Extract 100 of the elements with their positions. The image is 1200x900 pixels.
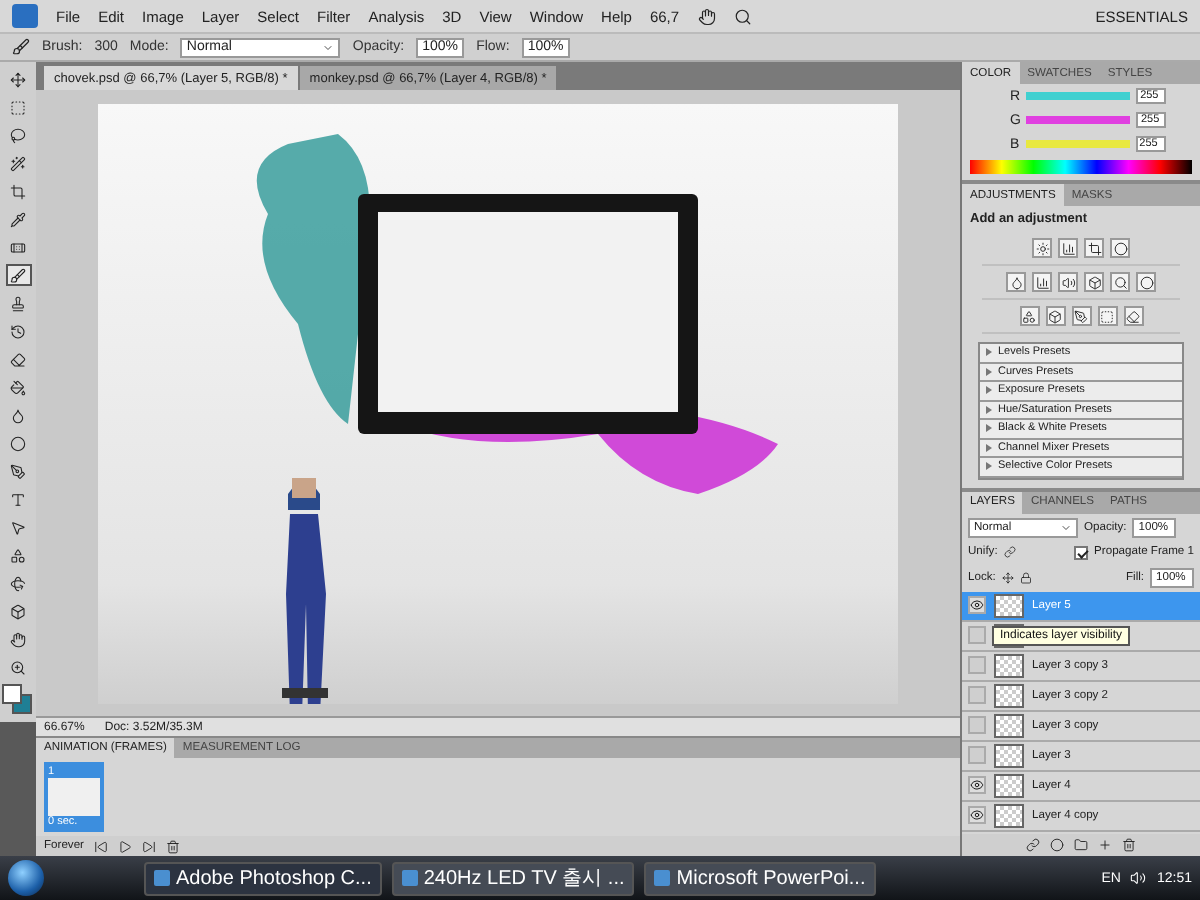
eye-icon bbox=[970, 598, 984, 612]
tool-button[interactable] bbox=[5, 432, 31, 454]
layer-thumbnail bbox=[994, 743, 1024, 767]
tool-button[interactable] bbox=[5, 208, 31, 230]
sun-icon bbox=[1035, 241, 1049, 255]
visibility-toggle[interactable] bbox=[968, 656, 986, 674]
adjustment-button[interactable] bbox=[1058, 272, 1078, 292]
adjustment-button[interactable] bbox=[1110, 272, 1130, 292]
visibility-toggle[interactable] bbox=[968, 686, 986, 704]
layer-thumbnail bbox=[994, 773, 1024, 797]
color-slider[interactable] bbox=[1026, 116, 1131, 124]
lock-icon bbox=[1019, 571, 1032, 583]
skip-forward-icon bbox=[141, 839, 156, 854]
layer-thumbnail bbox=[994, 683, 1024, 707]
history-icon bbox=[10, 323, 26, 339]
trash-icon bbox=[1122, 838, 1136, 852]
adjustment-button[interactable] bbox=[1019, 306, 1039, 326]
layer-thumbnail bbox=[994, 713, 1024, 737]
tool-button[interactable] bbox=[5, 348, 31, 370]
hand-icon bbox=[10, 631, 26, 647]
bar-chart-icon bbox=[1061, 241, 1075, 255]
color-slider[interactable] bbox=[1026, 92, 1131, 100]
pointer-icon bbox=[10, 519, 26, 535]
speaker-icon bbox=[1130, 870, 1147, 886]
adjustment-button[interactable] bbox=[1084, 272, 1104, 292]
plus-icon bbox=[1098, 838, 1112, 852]
circle-icon bbox=[10, 435, 26, 451]
circle-icon bbox=[1113, 241, 1127, 255]
brush-icon bbox=[10, 267, 26, 283]
eye-icon bbox=[970, 778, 984, 792]
visibility-toggle[interactable] bbox=[968, 716, 986, 734]
link-icon bbox=[1003, 546, 1016, 558]
magnifier-icon bbox=[1113, 275, 1127, 289]
speaker-icon bbox=[1061, 275, 1075, 289]
checkbox[interactable] bbox=[1074, 545, 1089, 559]
adjustment-button[interactable] bbox=[1071, 306, 1091, 326]
tool-button[interactable] bbox=[5, 376, 31, 398]
pen-icon bbox=[10, 463, 26, 479]
shapes-icon bbox=[10, 547, 26, 563]
taskbar-button[interactable]: Microsoft PowerPoi... bbox=[644, 861, 876, 895]
bandage-icon bbox=[10, 239, 26, 255]
tool-button[interactable] bbox=[5, 460, 31, 482]
tool-button[interactable] bbox=[5, 628, 31, 650]
type-icon bbox=[10, 491, 26, 507]
droplet-icon bbox=[1009, 275, 1023, 289]
visibility-toggle[interactable] bbox=[968, 596, 986, 614]
eraser-icon bbox=[10, 351, 26, 367]
crop-icon bbox=[1087, 241, 1101, 255]
adjustment-button[interactable] bbox=[1084, 238, 1104, 258]
adjustment-button[interactable] bbox=[1006, 272, 1026, 292]
tool-button[interactable] bbox=[5, 544, 31, 566]
adjustment-button[interactable] bbox=[1136, 272, 1156, 292]
color-slider[interactable] bbox=[1025, 140, 1130, 148]
taskbar-button[interactable]: 240Hz LED TV 출시 ... bbox=[391, 861, 635, 895]
brush-icon bbox=[12, 38, 30, 56]
circle-icon bbox=[1139, 275, 1153, 289]
layer-thumbnail bbox=[994, 593, 1024, 617]
layer-thumbnail bbox=[994, 653, 1024, 677]
stamp-icon bbox=[10, 295, 26, 311]
lasso-icon bbox=[10, 127, 26, 143]
folder-icon bbox=[1074, 838, 1088, 852]
cube-icon bbox=[1087, 275, 1101, 289]
color-swatches[interactable] bbox=[2, 684, 34, 716]
paint-bucket-icon bbox=[10, 379, 26, 395]
taskbar-button[interactable]: Adobe Photoshop C... bbox=[144, 861, 382, 895]
tool-button[interactable] bbox=[5, 572, 31, 594]
eye-icon bbox=[970, 808, 984, 822]
skip-back-icon bbox=[93, 839, 108, 854]
adjustment-button[interactable] bbox=[1058, 238, 1078, 258]
pen-icon bbox=[1074, 309, 1088, 323]
adjustment-button[interactable] bbox=[1110, 238, 1130, 258]
chevron-down-icon bbox=[1060, 521, 1072, 533]
color-spectrum[interactable] bbox=[970, 160, 1192, 174]
frame-thumbnail bbox=[48, 778, 100, 817]
visibility-toggle[interactable] bbox=[968, 776, 986, 794]
droplet-icon bbox=[10, 407, 26, 423]
rotate-icon bbox=[10, 575, 26, 591]
tool-button[interactable] bbox=[5, 320, 31, 342]
tool-button[interactable] bbox=[5, 124, 31, 146]
adjustment-button[interactable] bbox=[1123, 306, 1143, 326]
search-icon bbox=[733, 7, 752, 25]
visibility-toggle[interactable] bbox=[968, 626, 986, 644]
start-button[interactable] bbox=[8, 860, 44, 896]
trash-icon bbox=[165, 839, 180, 854]
adjustment-button[interactable] bbox=[1032, 238, 1052, 258]
shapes-icon bbox=[1022, 309, 1036, 323]
link-icon bbox=[1026, 838, 1040, 852]
eyedropper-icon bbox=[10, 211, 26, 227]
adjustment-button[interactable] bbox=[1045, 306, 1065, 326]
play-icon bbox=[117, 839, 132, 854]
visibility-toggle[interactable] bbox=[968, 806, 986, 824]
adjustment-button[interactable] bbox=[1032, 272, 1052, 292]
wand-icon bbox=[10, 155, 26, 171]
circle-icon bbox=[1050, 838, 1064, 852]
visibility-toggle[interactable] bbox=[968, 746, 986, 764]
tool-button[interactable] bbox=[5, 68, 31, 90]
tool-button[interactable] bbox=[5, 152, 31, 174]
tool-button[interactable] bbox=[5, 600, 31, 622]
tool-button[interactable] bbox=[5, 264, 31, 286]
zoom-icon bbox=[10, 659, 26, 675]
